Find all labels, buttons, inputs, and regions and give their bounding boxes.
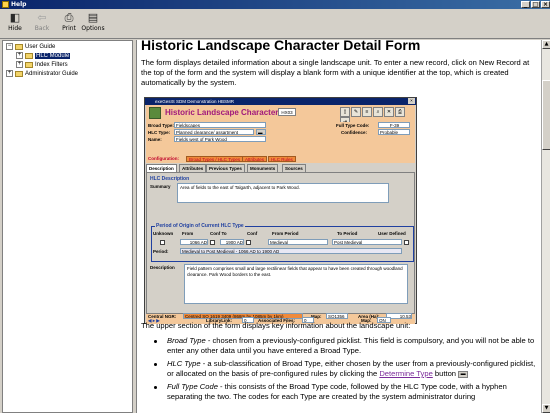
back-button[interactable]: ⇦ Back xyxy=(29,11,55,37)
map-field: SO1356 xyxy=(326,313,348,319)
determine-type-link[interactable]: Determine Type xyxy=(379,369,432,378)
expand-icon[interactable]: + xyxy=(16,61,23,68)
config-hlc-rules: HLC Rules xyxy=(268,156,296,162)
print-button[interactable]: ⎙ Print xyxy=(56,11,82,37)
expand-icon[interactable]: + xyxy=(16,52,23,59)
page-title: Historic Landscape Character Detail Form xyxy=(141,40,421,53)
options-button[interactable]: ▤ Options xyxy=(80,11,106,37)
list-icon: ≡ xyxy=(362,107,372,117)
to-field: 1900 AD xyxy=(220,239,244,245)
tab-previous-types: Previous Types xyxy=(206,164,245,172)
hide-label: Hide xyxy=(8,25,22,32)
app-logo xyxy=(149,107,161,119)
form-title: Historic Landscape Character xyxy=(165,108,279,117)
printer-icon: ⎙ xyxy=(64,11,74,24)
minimize-button[interactable]: _ xyxy=(521,1,530,8)
from-conf-checkbox xyxy=(210,240,215,245)
new-record-icon: ▯ xyxy=(340,107,350,117)
tree-item-user-guide[interactable]: − User Guide xyxy=(6,43,55,51)
form-tabs: Description Attributes Previous Types Mo… xyxy=(146,164,415,173)
tab-sources: Sources xyxy=(282,164,306,172)
help-window: Help _ □ × ◧ Hide ⇦ Back ⎙ Print ▤ Optio… xyxy=(0,0,550,413)
tab-attributes: Attributes xyxy=(179,164,207,172)
hlc-type-field: Planned clearance/ assartment xyxy=(174,129,254,135)
back-label: Back xyxy=(34,25,50,32)
intro-paragraph: The form displays detailed information a… xyxy=(141,58,530,87)
full-type-code-field: F-39 xyxy=(378,122,410,128)
confidence-field: Probable xyxy=(378,129,410,135)
record-id: HX03 xyxy=(278,108,296,116)
from-period-field: Medieval xyxy=(268,239,328,245)
folder-icon xyxy=(25,61,33,68)
hide-icon: ◧ xyxy=(9,11,21,24)
toolbar: ◧ Hide ⇦ Back ⎙ Print ▤ Options xyxy=(0,9,550,39)
search-icon: ⌕ xyxy=(373,107,383,117)
tree-item-administrator-guide[interactable]: + Administrator Guide xyxy=(6,70,78,78)
help-content-pane: Historic Landscape Character Detail Form… xyxy=(136,40,542,413)
print-icon: ⎙ xyxy=(395,107,405,117)
close-icon: × xyxy=(408,98,415,104)
help-app-icon xyxy=(2,1,9,8)
to-conf-checkbox xyxy=(246,240,251,245)
expand-icon[interactable]: + xyxy=(6,70,13,77)
form-screenshot: exeGesIS SDM Demonstration HBSMR × Histor… xyxy=(144,97,417,324)
vertical-scrollbar[interactable]: ▲ ▼ xyxy=(541,40,550,413)
name-field: Fields west of Park Wood xyxy=(174,136,266,142)
list-item: HLC Type - a sub-classification of Broad… xyxy=(141,359,539,379)
tree-item-hlc-module[interactable]: + HLC Module xyxy=(16,52,71,60)
description-field: Field pattern comprises small and large … xyxy=(184,264,408,304)
configuration-bar: Configuration: Broad Types / HLC Types A… xyxy=(146,155,415,163)
close-button[interactable]: × xyxy=(541,1,550,8)
tree-item-index-filters[interactable]: + Index Filters xyxy=(16,61,68,69)
user-defined-checkbox xyxy=(404,240,409,245)
config-attributes: Attributes xyxy=(242,156,268,162)
back-arrow-icon: ⇦ xyxy=(37,11,47,24)
collapse-icon[interactable]: − xyxy=(6,43,13,50)
from-field: 1066 AD xyxy=(180,239,208,245)
tab-monuments: Monuments xyxy=(247,164,279,172)
determine-type-button-icon: ▬ xyxy=(458,370,469,378)
list-item: Full Type Code - this consists of the Br… xyxy=(141,382,539,402)
key-fields: Broad Type: Fieldscapes HLC Type: Planne… xyxy=(146,122,415,155)
edit-icon: ✎ xyxy=(351,107,361,117)
print-label: Print xyxy=(62,25,76,32)
folder-open-icon xyxy=(15,43,23,50)
options-icon: ▤ xyxy=(87,11,99,24)
scroll-thumb[interactable] xyxy=(542,80,550,150)
broad-type-field: Fieldscapes xyxy=(174,122,266,128)
period-box: Period of Origin of Current HLC Type Unk… xyxy=(151,223,414,262)
options-label: Options xyxy=(81,25,105,32)
scroll-up-arrow-icon[interactable]: ▲ xyxy=(542,40,550,49)
title-bar: Help _ □ × xyxy=(0,0,550,9)
upper-section-paragraph: The upper section of the form displays k… xyxy=(141,321,411,330)
description-panel: HLC Description Summary Area of fields t… xyxy=(146,172,415,315)
contents-tree: − User Guide + HLC Module + Index Filters +… xyxy=(2,40,133,413)
form-header: Historic Landscape Character HX03 ▯ ✎ ≡ ⌕ ✕ ⎙… xyxy=(146,105,415,127)
config-broad-types: Broad Types / HLC Types xyxy=(186,156,244,162)
unknown-checkbox xyxy=(160,240,165,245)
determine-type-icon: ▬ xyxy=(256,129,266,135)
folder-icon xyxy=(25,52,33,59)
list-item: Broad Type - chosen from a previously-co… xyxy=(141,336,539,356)
window-title: Help xyxy=(11,1,27,8)
period-field: Medieval to Post Medieval - 1066 AD to 1… xyxy=(180,248,402,254)
screenshot-title-bar: exeGesIS SDM Demonstration HBSMR × xyxy=(145,98,416,105)
to-period-field: Post Medieval xyxy=(332,239,402,245)
field-list: Broad Type - chosen from a previously-co… xyxy=(141,336,539,405)
delete-icon: ✕ xyxy=(384,107,394,117)
summary-field: Area of fields to the east of Talgarth, … xyxy=(177,183,389,203)
hide-button[interactable]: ◧ Hide xyxy=(2,11,28,37)
folder-icon xyxy=(15,70,23,77)
scroll-down-arrow-icon[interactable]: ▼ xyxy=(542,404,550,413)
maximize-button[interactable]: □ xyxy=(531,1,540,8)
